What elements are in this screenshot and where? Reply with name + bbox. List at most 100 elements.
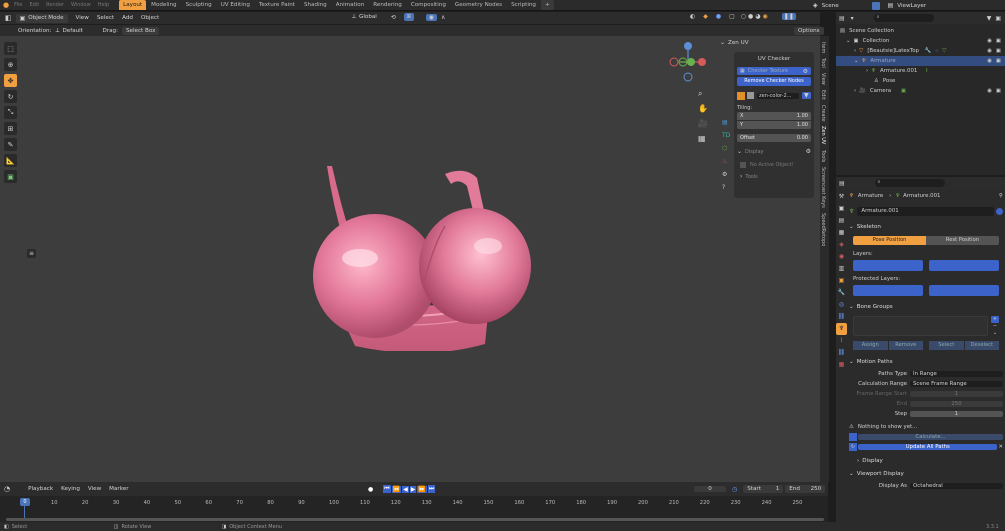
new-collection-icon[interactable]: ▣ — [995, 15, 1001, 22]
display-subpanel-header[interactable]: › Display — [849, 456, 1003, 466]
tab-shading[interactable]: Shading — [300, 0, 331, 10]
outliner-search-icon[interactable]: ⌕ — [873, 14, 934, 22]
shading-rendered-icon[interactable]: ◉ — [763, 13, 768, 20]
camera-render-icon[interactable]: ▣ — [996, 88, 1001, 94]
panel-divider[interactable] — [829, 12, 836, 522]
tab-modeling[interactable]: Modeling — [147, 0, 180, 10]
sidebar-tab-speedretopo[interactable]: SpeedRetopo — [820, 213, 826, 246]
sidebar-tab-create[interactable]: Create — [820, 105, 826, 122]
frame-range-end-field[interactable]: 250 — [910, 401, 1003, 407]
3d-viewport[interactable]: ⬚ ⊕ ✥ ↻ ⤡ ⊞ ✎ 📐 ▣ ≡ ⌕ ✋ 🎥 ▦ ▤ TD ⬡ ♨ ⚙ ?… — [0, 36, 820, 482]
tool-tab-icon[interactable]: ⚒ — [836, 191, 847, 203]
outliner-row-armature[interactable]: ⌄ ♆ Armature ◉ ▣ — [836, 56, 1005, 66]
play-reverse-icon[interactable]: ◀ — [402, 485, 409, 493]
sidebar-tab-view[interactable]: View — [820, 73, 826, 85]
scale-tool-icon[interactable]: ⤡ — [4, 106, 17, 119]
sidebar-tab-tools[interactable]: Tools — [820, 150, 826, 162]
scene-name[interactable]: Scene — [822, 3, 872, 9]
current-frame-field[interactable]: 0 — [694, 486, 726, 492]
offset-field[interactable]: Offset 0.00 — [737, 134, 811, 142]
menu-file[interactable]: File — [14, 2, 22, 8]
editor-type-icon[interactable]: ◧ — [5, 14, 12, 22]
pan-hand-icon[interactable]: ✋ — [698, 101, 708, 116]
fake-user-icon[interactable] — [996, 207, 1003, 215]
tab-rendering[interactable]: Rendering — [369, 0, 406, 10]
outliner-row-collection[interactable]: ⌄ ▣ Collection ◉ ▣ — [836, 36, 1005, 46]
eye-icon[interactable]: ◉ — [987, 48, 992, 54]
properties-toggle-icon[interactable]: ≡ — [27, 249, 36, 258]
tiling-x-field[interactable]: X 1.00 — [737, 112, 811, 120]
checker-texture-toggle[interactable]: ▦ Checker Texture ⚙ — [737, 67, 811, 75]
display-mode-icon[interactable]: ▾ — [851, 15, 854, 22]
3d-model[interactable] — [305, 126, 535, 351]
checker-settings-icon[interactable]: ⚙ — [803, 68, 808, 75]
frame-range-start-field[interactable]: 1 — [910, 391, 1003, 397]
ortho-grid-icon[interactable]: ▦ — [698, 131, 708, 146]
overlay-icon[interactable]: ● — [716, 13, 721, 20]
menu-marker[interactable]: Marker — [109, 486, 128, 492]
output-tab-icon[interactable]: ▤ — [836, 215, 847, 227]
menu-select[interactable]: Select — [97, 15, 114, 21]
remove-checker-button[interactable]: Remove Checker Nodes — [737, 77, 811, 86]
layers-grid-1[interactable] — [853, 259, 923, 271]
tab-geometry-nodes[interactable]: Geometry Nodes — [451, 0, 506, 10]
prev-key-icon[interactable]: ⏪ — [391, 485, 402, 493]
texture-tab-icon[interactable]: ▦ — [836, 359, 847, 371]
remove-bone-group-icon[interactable]: − — [991, 323, 999, 330]
eye-icon[interactable]: ◉ — [987, 58, 992, 64]
tab-uv-editing[interactable]: UV Editing — [217, 0, 254, 10]
calculate-button[interactable]: Calculate... — [858, 434, 1003, 440]
render-tab-icon[interactable]: ▣ — [836, 203, 847, 215]
assign-button[interactable]: Assign — [853, 341, 888, 350]
menu-add[interactable]: Add — [122, 15, 133, 21]
timeline-scrollbar[interactable] — [6, 518, 824, 521]
proportional-edit-icon[interactable]: ◉ — [425, 13, 437, 21]
object-tab-icon[interactable]: ▣ — [836, 275, 847, 287]
pose-position-button[interactable]: Pose Position — [853, 236, 926, 245]
tab-scripting[interactable]: Scripting — [507, 0, 540, 10]
frame-ruler[interactable]: 0 10 20 30 40 50 60 70 80 90 100 110 120 130 140 150 16… — [0, 496, 828, 522]
constraints-tab-icon[interactable]: ⛓ — [836, 311, 847, 323]
visibility-icon[interactable]: ◐ — [690, 13, 695, 20]
texture-dropdown[interactable]: zen-color-2... — [757, 92, 799, 99]
menu-keying[interactable]: Keying — [61, 486, 80, 492]
transform-tool-icon[interactable]: ⊞ — [4, 122, 17, 135]
measure-tool-icon[interactable]: 📐 — [4, 154, 17, 167]
step-field[interactable]: 1 — [910, 411, 1003, 417]
menu-view[interactable]: View — [76, 15, 89, 21]
menu-edit[interactable]: Edit — [29, 2, 39, 8]
xray-icon[interactable]: ▢ — [729, 13, 735, 20]
collection-tab-icon[interactable]: ▥ — [836, 263, 847, 275]
cursor-tool-icon[interactable]: ⊕ — [4, 58, 17, 71]
record-icon[interactable]: ● — [368, 486, 373, 493]
menu-timeline-view[interactable]: View — [88, 486, 101, 492]
deselect-button[interactable]: Deselect — [964, 341, 999, 350]
start-frame-field[interactable]: Start 1 — [743, 485, 784, 493]
properties-editor-icon[interactable]: ▤ — [839, 180, 845, 187]
outliner-row-mesh[interactable]: › ▽ [Beautsie]LatexTop 🔧 ⁘ ▽ ◉ ▣ — [836, 46, 1005, 56]
viewport-display-panel-header[interactable]: ⌄ Viewport Display — [849, 469, 1003, 479]
camera-render-icon[interactable]: ▣ — [996, 48, 1001, 54]
rotate-tool-icon[interactable]: ↻ — [4, 90, 17, 103]
update-all-paths-button[interactable]: Update All Paths — [858, 444, 998, 450]
tab-compositing[interactable]: Compositing — [407, 0, 450, 10]
scene-browse-icon[interactable] — [871, 1, 880, 10]
clock-icon[interactable]: ◷ — [732, 486, 737, 493]
bone-tab-icon[interactable]: ⌇ — [836, 335, 847, 347]
move-tool-icon[interactable]: ✥ — [4, 74, 17, 87]
bone-constraint-tab-icon[interactable]: ⛓ — [836, 347, 847, 359]
world-tab-icon[interactable]: ◉ — [836, 251, 847, 263]
pin-icon[interactable]: ⚲ — [999, 193, 1003, 199]
select-button[interactable]: Select — [929, 341, 964, 350]
drag-dropdown[interactable]: Select Box — [121, 26, 160, 35]
sidebar-tab-tool[interactable]: Tool — [820, 58, 826, 68]
physics-tab-icon[interactable]: ◎ — [836, 299, 847, 311]
view-layer-name[interactable]: ViewLayer — [897, 3, 952, 9]
menu-playback[interactable]: Playback — [28, 486, 53, 492]
play-icon[interactable]: ▶ — [409, 485, 417, 493]
sidebar-tab-edit[interactable]: Edit — [820, 90, 826, 100]
options-button[interactable]: Options — [794, 27, 824, 35]
menu-render[interactable]: Render — [46, 2, 64, 8]
sidebar-tab-screencast-keys[interactable]: Screencast Keys — [820, 167, 826, 208]
jump-start-icon[interactable]: ⏮ — [383, 485, 391, 493]
